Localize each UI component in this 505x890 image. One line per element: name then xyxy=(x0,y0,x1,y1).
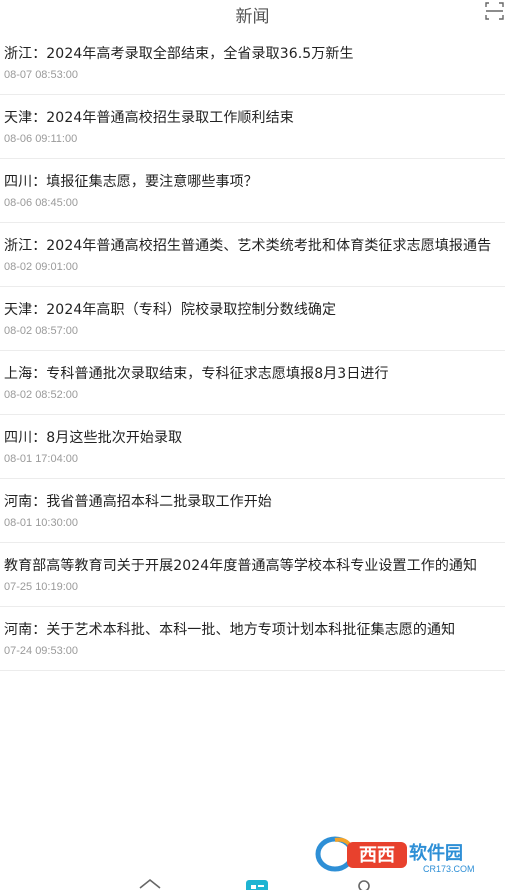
news-title: 河南：我省普通高招本科二批录取工作开始 xyxy=(4,494,272,510)
news-title: 四川：8月这些批次开始录取 xyxy=(4,430,183,446)
news-item[interactable]: 天津：2024年高职（专科）院校录取控制分数线确定 08-02 08:57:00 xyxy=(0,287,505,351)
news-item[interactable]: 上海：专科普通批次录取结束，专科征求志愿填报8月3日进行 08-02 08:52:… xyxy=(0,351,505,415)
profile-icon[interactable] xyxy=(354,876,378,890)
news-time: 07-24 09:53:00 xyxy=(4,645,79,657)
news-item[interactable]: 四川：填报征集志愿，要注意哪些事项？ 08-06 08:45:00 xyxy=(0,159,505,223)
news-title: 浙江：2024年普通高校招生普通类、艺术类统考批和体育类征求志愿填报通告 xyxy=(4,238,492,254)
news-item[interactable]: 四川：8月这些批次开始录取 08-01 17:04:00 xyxy=(0,415,505,479)
news-time: 08-06 08:45:00 xyxy=(4,197,79,209)
page-title: 新闻 xyxy=(235,7,270,27)
news-item[interactable]: 浙江：2024年普通高校招生普通类、艺术类统考批和体育类征求志愿填报通告 08-0… xyxy=(0,223,505,287)
news-time: 08-02 09:01:00 xyxy=(4,261,79,273)
bottom-tabbar xyxy=(0,876,505,890)
news-icon[interactable] xyxy=(246,876,270,890)
news-time: 08-07 08:53:00 xyxy=(4,69,79,81)
news-title: 四川：填报征集志愿，要注意哪些事项？ xyxy=(4,174,258,190)
news-item[interactable]: 教育部高等教育司关于开展2024年度普通高等学校本科专业设置工作的通知 07-25… xyxy=(0,543,505,607)
svg-text:CR173.COM: CR173.COM xyxy=(423,864,475,874)
scan-icon[interactable] xyxy=(483,0,505,22)
news-list: 浙江：2024年高考录取全部结束，全省录取36.5万新生 08-07 08:53:… xyxy=(0,31,505,671)
news-time: 08-02 08:52:00 xyxy=(4,389,79,401)
news-title: 浙江：2024年高考录取全部结束，全省录取36.5万新生 xyxy=(4,46,354,62)
news-title: 天津：2024年普通高校招生录取工作顺利结束 xyxy=(4,110,294,126)
news-title: 天津：2024年高职（专科）院校录取控制分数线确定 xyxy=(4,302,337,318)
news-time: 08-06 09:11:00 xyxy=(4,133,78,145)
news-title: 上海：专科普通批次录取结束，专科征求志愿填报8月3日进行 xyxy=(4,366,389,382)
news-item[interactable]: 河南：关于艺术本科批、本科一批、地方专项计划本科批征集志愿的通知 07-24 09… xyxy=(0,607,505,671)
svg-text:西西: 西西 xyxy=(359,845,395,866)
news-time: 07-25 10:19:00 xyxy=(4,581,79,593)
news-item[interactable]: 浙江：2024年高考录取全部结束，全省录取36.5万新生 08-07 08:53:… xyxy=(0,31,505,95)
news-title: 教育部高等教育司关于开展2024年度普通高等学校本科专业设置工作的通知 xyxy=(4,558,478,574)
news-item[interactable]: 河南：我省普通高招本科二批录取工作开始 08-01 10:30:00 xyxy=(0,479,505,543)
news-time: 08-01 17:04:00 xyxy=(4,453,79,465)
news-page: 新闻 浙江：2024年高考录取全部结束，全省录取36.5万新生 08-07 08:… xyxy=(0,0,505,890)
watermark-logo: 西西 软件园 CR173.COM xyxy=(315,836,475,874)
svg-text:软件园: 软件园 xyxy=(409,842,463,864)
home-icon[interactable] xyxy=(138,876,162,890)
news-time: 08-01 10:30:00 xyxy=(4,517,79,529)
header: 新闻 xyxy=(0,0,505,27)
news-title: 河南：关于艺术本科批、本科一批、地方专项计划本科批征集志愿的通知 xyxy=(4,622,456,638)
news-time: 08-02 08:57:00 xyxy=(4,325,79,337)
news-item[interactable]: 天津：2024年普通高校招生录取工作顺利结束 08-06 09:11:00 xyxy=(0,95,505,159)
